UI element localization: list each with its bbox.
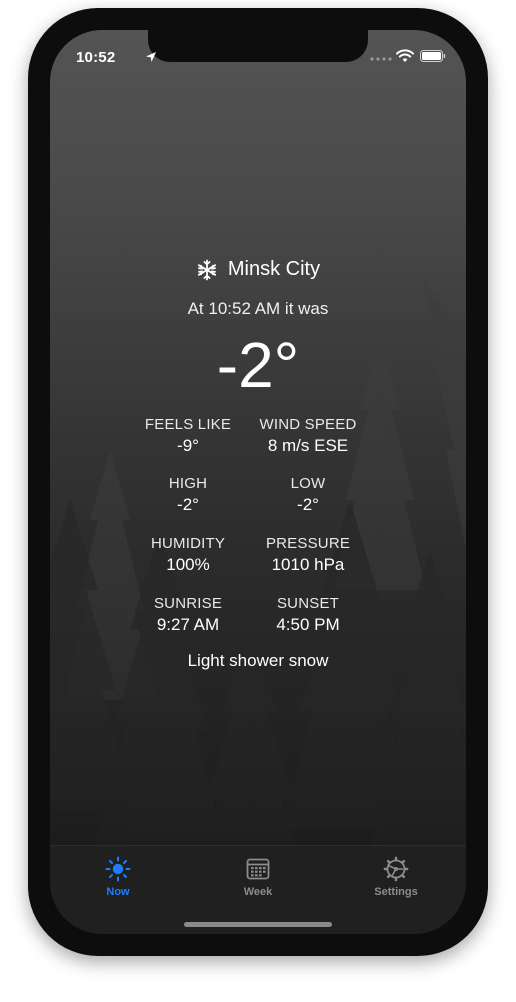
device-notch (148, 30, 368, 62)
tab-settings[interactable]: Settings (351, 856, 441, 898)
detail-humidity: HUMIDITY 100% (128, 535, 248, 575)
wifi-icon (396, 49, 414, 62)
detail-pressure: PRESSURE 1010 hPa (248, 535, 368, 575)
detail-value: 8 m/s ESE (267, 436, 349, 455)
detail-value: -2° (297, 495, 319, 514)
home-indicator[interactable] (184, 922, 332, 927)
city-header: Minsk City (50, 258, 466, 281)
status-bar-time: 10:52 (76, 49, 116, 66)
detail-value: -9° (177, 436, 199, 455)
app-screen: 10:52 Minsk City At 10:52 AM it was -2° … (50, 30, 466, 934)
calendar-icon (246, 858, 270, 880)
detail-label: PRESSURE (265, 535, 351, 552)
tab-week[interactable]: Week (213, 856, 303, 898)
city-name: Minsk City (227, 258, 321, 280)
gear-icon (383, 856, 409, 882)
detail-label: WIND SPEED (259, 416, 357, 433)
detail-feels-like: FEELS LIKE -9° (128, 416, 248, 456)
detail-label: SUNRISE (153, 595, 223, 612)
detail-wind-speed: WIND SPEED 8 m/s ESE (248, 416, 368, 456)
detail-value: 100% (166, 555, 210, 574)
detail-sunrise: SUNRISE 9:27 AM (128, 595, 248, 635)
tab-bar: Now Week Settings (50, 845, 466, 934)
battery-icon (420, 50, 446, 62)
detail-value: 4:50 PM (276, 615, 340, 634)
detail-high: HIGH -2° (128, 475, 248, 515)
tab-now[interactable]: Now (73, 856, 163, 898)
cellular-signal-icon (370, 57, 392, 61)
detail-value: 1010 hPa (271, 555, 345, 574)
detail-label: FEELS LIKE (144, 416, 232, 433)
snowflake-icon (197, 259, 216, 280)
tab-label: Week (243, 886, 273, 898)
detail-label: HUMIDITY (150, 535, 226, 552)
detail-label: HIGH (168, 475, 208, 492)
detail-value: -2° (177, 495, 199, 514)
detail-low: LOW -2° (248, 475, 368, 515)
detail-value: 9:27 AM (156, 615, 220, 634)
weather-condition: Light shower snow (187, 651, 329, 670)
phone-frame: 10:52 Minsk City At 10:52 AM it was -2° … (28, 8, 488, 956)
detail-sunset: SUNSET 4:50 PM (248, 595, 368, 635)
observation-time: At 10:52 AM it was (187, 299, 329, 318)
location-arrow-icon (146, 52, 156, 62)
detail-label: LOW (290, 475, 326, 492)
detail-label: SUNSET (276, 595, 340, 612)
sun-icon (105, 856, 131, 882)
current-temperature: -2° (216, 329, 300, 401)
tab-label: Settings (374, 886, 418, 898)
tab-label: Now (106, 886, 130, 898)
